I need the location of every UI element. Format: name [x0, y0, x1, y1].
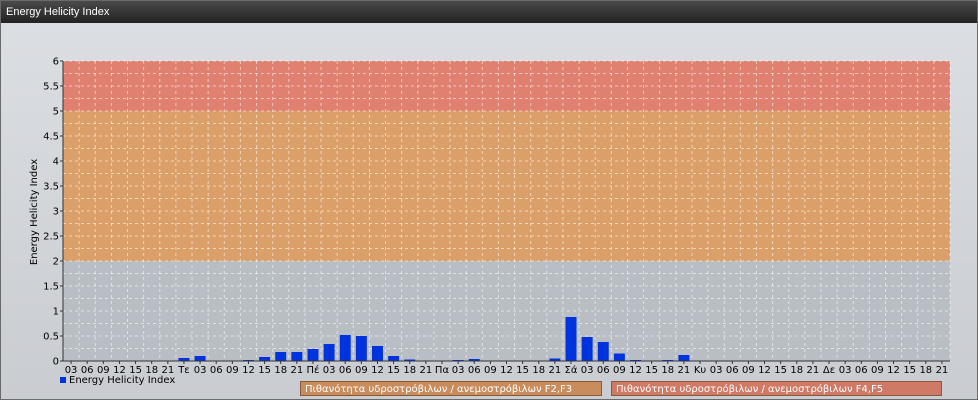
x-tick-label: 09: [484, 365, 497, 376]
y-tick-label: 6: [53, 57, 59, 68]
x-tick-label: 06: [210, 365, 223, 376]
x-tick-label: 12: [629, 365, 642, 376]
x-tick-label: 03: [323, 365, 336, 376]
y-tick-label: 5.5: [43, 82, 59, 93]
bar-09: [355, 336, 367, 361]
bar-18: [275, 352, 287, 361]
chart-svg: 00.511.522.533.544.555.56 03 06 09 12 15 18 21…: [29, 57, 951, 376]
x-tick-label: 09: [355, 365, 368, 376]
bar-21: [291, 352, 303, 361]
bar-03: [581, 337, 593, 361]
x-tick-label: 12: [758, 365, 771, 376]
x-tick-label: 06: [726, 365, 739, 376]
x-tick-label: 15: [516, 365, 529, 376]
x-tick-label: 12: [500, 365, 513, 376]
x-tick-label: Πα: [435, 365, 450, 376]
y-tick-label: 0.5: [43, 332, 59, 343]
x-tick-label: Δε: [823, 365, 835, 376]
x-tick-label: 06: [468, 365, 481, 376]
x-tick-label: 03: [194, 365, 207, 376]
x-tick-label: 12: [887, 365, 900, 376]
x-tick-label: Σά: [565, 364, 578, 376]
y-tick-label: 4: [53, 157, 59, 168]
window-title: Energy Helicity Index: [1, 1, 977, 23]
x-tick-label: 21: [678, 365, 691, 376]
bar-15: [388, 356, 400, 361]
y-tick-label: 3: [53, 207, 59, 218]
x-tick-label: 09: [613, 365, 626, 376]
x-tick-label: 09: [871, 365, 884, 376]
y-axis-label: Energy Helicity Index: [29, 159, 40, 265]
x-tick-label: 03: [581, 365, 594, 376]
x-tick-label: 21: [290, 365, 303, 376]
y-tick-label: 5: [53, 107, 59, 118]
legend-zone-f4f5: Πιθανότητα υδροστρόβιλων / ανεμοστρόβιλω…: [611, 381, 942, 396]
y-tick-label: 4.5: [43, 132, 59, 143]
x-tick-label: 09: [226, 365, 239, 376]
x-tick-label: 09: [742, 365, 755, 376]
x-tick-label: 06: [339, 365, 352, 376]
x-tick-label: 21: [549, 365, 562, 376]
y-tick-label: 1: [53, 307, 59, 318]
bar-Σά: [565, 317, 577, 361]
legend-series-label: Energy Helicity Index: [69, 375, 176, 386]
x-tick-label: 15: [258, 365, 271, 376]
bar-15: [259, 357, 271, 361]
x-tick-label: 06: [597, 365, 610, 376]
x-tick-label: 12: [242, 365, 255, 376]
x-tick-label: 18: [403, 365, 416, 376]
x-tick-label: 21: [807, 365, 820, 376]
legend-marker: [60, 377, 66, 383]
x-tick-label: 15: [387, 365, 400, 376]
y-tick-label: 3.5: [43, 182, 59, 193]
bar-12: [371, 346, 383, 361]
y-tick-label: 2.5: [43, 232, 59, 243]
x-tick-label: 18: [532, 365, 545, 376]
x-tick-label: Τε: [177, 365, 190, 376]
bar-03: [323, 344, 335, 361]
x-tick-label: 03: [452, 365, 465, 376]
x-tick-label: Κυ: [694, 365, 707, 376]
x-tick-label: 03: [839, 365, 852, 376]
y-tick-label: 2: [53, 257, 59, 268]
x-tick-label: Πέ: [307, 364, 320, 376]
x-tick-label: 21: [936, 365, 949, 376]
chart-window: Energy Helicity Index 0 0.5 1 1.5 2 2.5 3 3.5 4 4…: [0, 0, 978, 400]
x-tick-label: 12: [371, 365, 384, 376]
x-tick-label: 15: [903, 365, 916, 376]
y-tick-label: 1.5: [43, 282, 59, 293]
bar-09: [613, 353, 625, 361]
x-tick-label: 18: [274, 365, 287, 376]
x-tick-label: 21: [419, 365, 432, 376]
bar-06: [339, 335, 351, 361]
bar-03: [194, 356, 206, 361]
x-tick-label: 15: [645, 365, 658, 376]
y-tick-label: 0: [53, 357, 59, 368]
x-tick-label: 03: [710, 365, 723, 376]
x-tick-label: 18: [790, 365, 803, 376]
x-tick-label: 18: [661, 365, 674, 376]
x-tick-label: 15: [774, 365, 787, 376]
bar-21: [678, 355, 690, 361]
bar-06: [597, 342, 609, 361]
legend-zone-f2f3: Πιθανότητα υδροστρόβιλων / ανεμοστρόβιλω…: [300, 381, 602, 396]
x-tick-label: 18: [919, 365, 932, 376]
x-tick-label: 06: [855, 365, 868, 376]
bar-Πέ: [307, 349, 319, 361]
legend-series: Energy Helicity Index: [60, 375, 175, 386]
